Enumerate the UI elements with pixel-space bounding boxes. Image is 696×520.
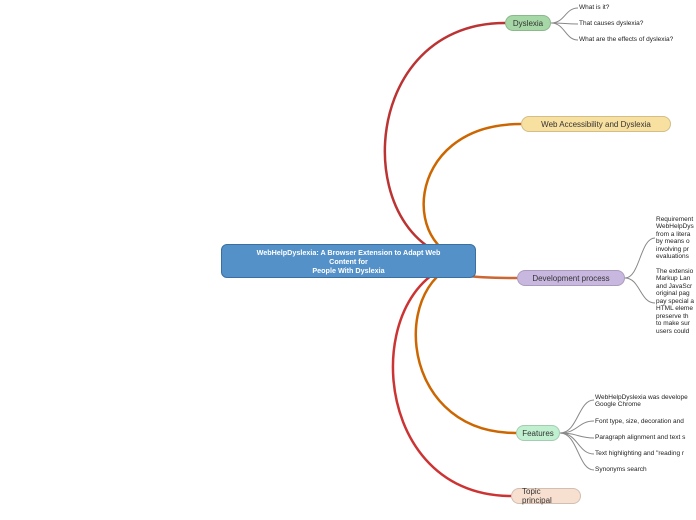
branch-web-accessibility[interactable]: Web Accessibility and Dyslexia [521,116,671,132]
branch-dyslexia[interactable]: Dyslexia [505,15,551,31]
leaf-dyslexia-1[interactable]: What is it? [579,4,609,11]
branch-dyslexia-label: Dyslexia [513,19,543,28]
branch-features-label: Features [522,429,554,438]
leaf-dev-1[interactable]: Requirement WebHelpDys from a litera by … [656,216,694,261]
leaf-feature-2[interactable]: Font type, size, decoration and [595,418,684,425]
root-line3: People With Dyslexia [312,266,384,275]
leaf-dev-2[interactable]: The extensio Markup Lan and JavaScr orig… [656,268,694,335]
leaf-feature-3[interactable]: Paragraph alignment and text s [595,434,685,441]
leaf-feature-1[interactable]: WebHelpDyslexia was develope Google Chro… [595,394,688,409]
leaf-dyslexia-3[interactable]: What are the effects of dyslexia? [579,36,673,43]
branch-development-process[interactable]: Development process [517,270,625,286]
leaf-dyslexia-2[interactable]: That causes dyslexia? [579,20,643,27]
root-node[interactable]: WebHelpDyslexia: A Browser Extension to … [221,244,476,278]
leaf-feature-5[interactable]: Synonyms search [595,466,647,473]
root-line1: WebHelpDyslexia: A Browser Extension to … [257,248,441,257]
root-title: WebHelpDyslexia: A Browser Extension to … [257,248,441,275]
branch-topic-label: Topic principal [522,487,570,505]
branch-features[interactable]: Features [516,425,560,441]
leaf-feature-4[interactable]: Text highlighting and "reading r [595,450,684,457]
root-line2: Content for [329,257,368,266]
branch-web-label: Web Accessibility and Dyslexia [541,120,651,129]
branch-dev-label: Development process [532,274,609,283]
branch-topic-principal[interactable]: Topic principal [511,488,581,504]
